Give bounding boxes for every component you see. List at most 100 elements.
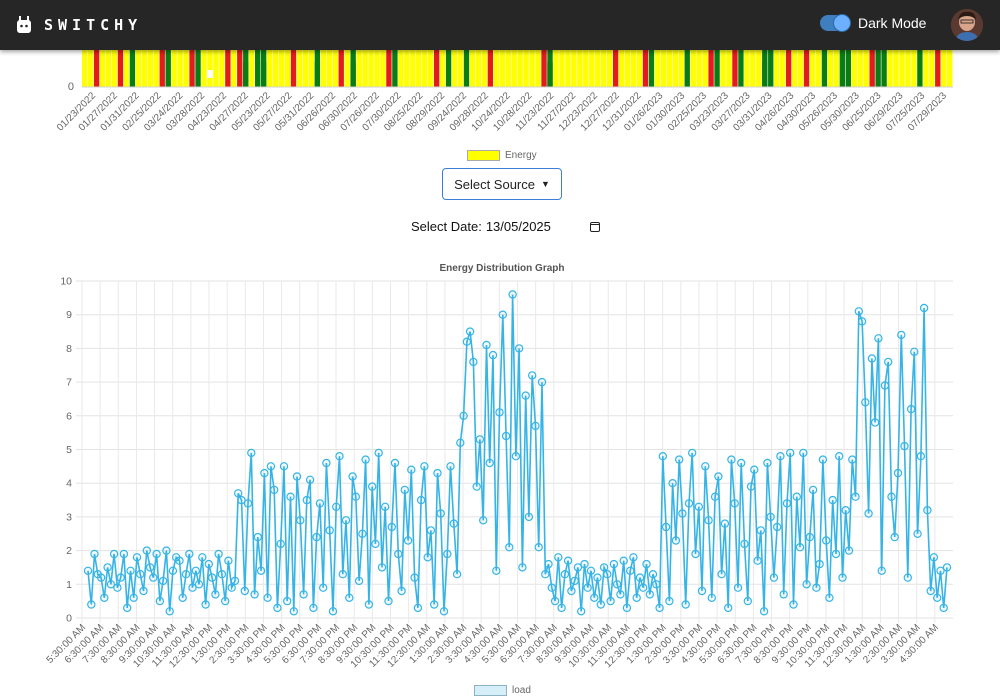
load-data-point[interactable] <box>126 566 135 575</box>
load-data-point[interactable] <box>87 600 96 609</box>
load-data-point[interactable] <box>185 549 194 559</box>
load-data-point[interactable] <box>364 600 374 609</box>
load-data-point[interactable] <box>763 458 772 468</box>
load-data-point[interactable] <box>933 593 942 602</box>
load-data-point[interactable] <box>116 573 125 582</box>
load-data-point[interactable] <box>789 600 798 609</box>
load-data-point[interactable] <box>691 549 700 559</box>
load-data-point[interactable] <box>230 576 240 586</box>
load-data-point[interactable] <box>577 607 586 616</box>
load-data-point[interactable] <box>596 600 606 609</box>
load-data-point[interactable] <box>472 482 481 491</box>
load-data-point[interactable] <box>518 563 527 572</box>
load-data-point[interactable] <box>426 526 436 535</box>
load-data-point[interactable] <box>782 499 792 508</box>
load-data-point[interactable] <box>149 573 158 582</box>
load-data-point[interactable] <box>371 539 380 549</box>
load-data-point[interactable] <box>805 532 815 542</box>
load-data-point[interactable] <box>887 492 896 501</box>
load-data-point[interactable] <box>341 516 351 525</box>
load-data-point[interactable] <box>704 516 713 525</box>
load-data-point[interactable] <box>397 586 406 596</box>
load-data-point[interactable] <box>926 586 935 596</box>
load-data-point[interactable] <box>773 522 782 532</box>
load-data-point[interactable] <box>812 583 821 592</box>
load-data-point[interactable] <box>430 600 439 609</box>
load-data-point[interactable] <box>599 563 609 572</box>
load-data-point[interactable] <box>825 593 834 602</box>
load-data-point[interactable] <box>328 607 338 616</box>
load-data-point[interactable] <box>916 451 926 461</box>
calendar-icon[interactable] <box>589 221 600 232</box>
load-data-point[interactable] <box>792 492 802 501</box>
load-data-point[interactable] <box>658 451 668 461</box>
load-data-point[interactable] <box>838 573 847 582</box>
load-data-point[interactable] <box>462 337 472 346</box>
load-data-point[interactable] <box>338 570 347 579</box>
load-data-point[interactable] <box>305 475 315 484</box>
load-data-point[interactable] <box>893 468 903 478</box>
load-data-point[interactable] <box>456 438 465 447</box>
load-data-point[interactable] <box>351 492 360 501</box>
load-data-point[interactable] <box>737 458 746 468</box>
load-data-point[interactable] <box>567 586 576 596</box>
load-data-point[interactable] <box>743 596 753 606</box>
load-data-point[interactable] <box>459 411 468 420</box>
load-data-point[interactable] <box>145 563 155 572</box>
load-data-point[interactable] <box>606 596 615 606</box>
load-data-point[interactable] <box>403 536 413 545</box>
load-data-point[interactable] <box>639 583 648 592</box>
load-data-point[interactable] <box>443 549 452 559</box>
load-data-point[interactable] <box>900 441 909 451</box>
load-data-point[interactable] <box>436 509 445 518</box>
load-data-point[interactable] <box>717 570 726 579</box>
load-data-point[interactable] <box>263 593 272 602</box>
load-data-point[interactable] <box>96 573 106 582</box>
load-data-point[interactable] <box>528 371 537 380</box>
load-data-point[interactable] <box>325 526 334 535</box>
load-data-point[interactable] <box>586 566 596 575</box>
load-data-point[interactable] <box>675 455 684 464</box>
load-data-point[interactable] <box>544 559 553 569</box>
load-data-point[interactable] <box>508 290 517 299</box>
load-data-point[interactable] <box>194 580 204 589</box>
load-data-point[interactable] <box>495 408 504 417</box>
load-data-point[interactable] <box>831 549 841 559</box>
load-data-point[interactable] <box>746 482 756 491</box>
load-data-point[interactable] <box>681 600 690 609</box>
load-data-point[interactable] <box>750 465 759 474</box>
load-data-point[interactable] <box>407 465 416 474</box>
load-data-point[interactable] <box>724 603 733 613</box>
load-data-point[interactable] <box>661 522 671 532</box>
load-data-point[interactable] <box>139 586 148 596</box>
load-data-point[interactable] <box>479 516 488 525</box>
load-data-point[interactable] <box>103 563 112 572</box>
load-data-point[interactable] <box>335 451 344 461</box>
load-data-point[interactable] <box>276 539 285 549</box>
load-data-point[interactable] <box>550 596 560 606</box>
load-data-point[interactable] <box>939 603 948 613</box>
load-data-point[interactable] <box>387 522 396 532</box>
load-data-point[interactable] <box>227 583 236 592</box>
load-data-point[interactable] <box>273 603 282 613</box>
load-data-point[interactable] <box>678 509 687 518</box>
load-data-point[interactable] <box>198 553 207 562</box>
load-data-point[interactable] <box>511 451 521 461</box>
load-data-point[interactable] <box>488 350 498 360</box>
load-data-point[interactable] <box>332 502 341 511</box>
load-data-point[interactable] <box>90 549 99 559</box>
load-data-point[interactable] <box>155 596 165 606</box>
load-data-point[interactable] <box>779 590 788 599</box>
load-data-point[interactable] <box>890 532 899 542</box>
load-data-point[interactable] <box>505 543 514 552</box>
load-data-point[interactable] <box>626 566 635 575</box>
load-data-point[interactable] <box>416 495 426 505</box>
load-data-point[interactable] <box>302 495 311 505</box>
load-data-point[interactable] <box>913 529 922 538</box>
load-data-point[interactable] <box>616 590 625 599</box>
load-data-point[interactable] <box>201 600 210 609</box>
load-data-point[interactable] <box>727 455 736 464</box>
load-data-point[interactable] <box>368 482 377 491</box>
load-data-point[interactable] <box>822 536 831 545</box>
load-data-point[interactable] <box>818 455 828 464</box>
